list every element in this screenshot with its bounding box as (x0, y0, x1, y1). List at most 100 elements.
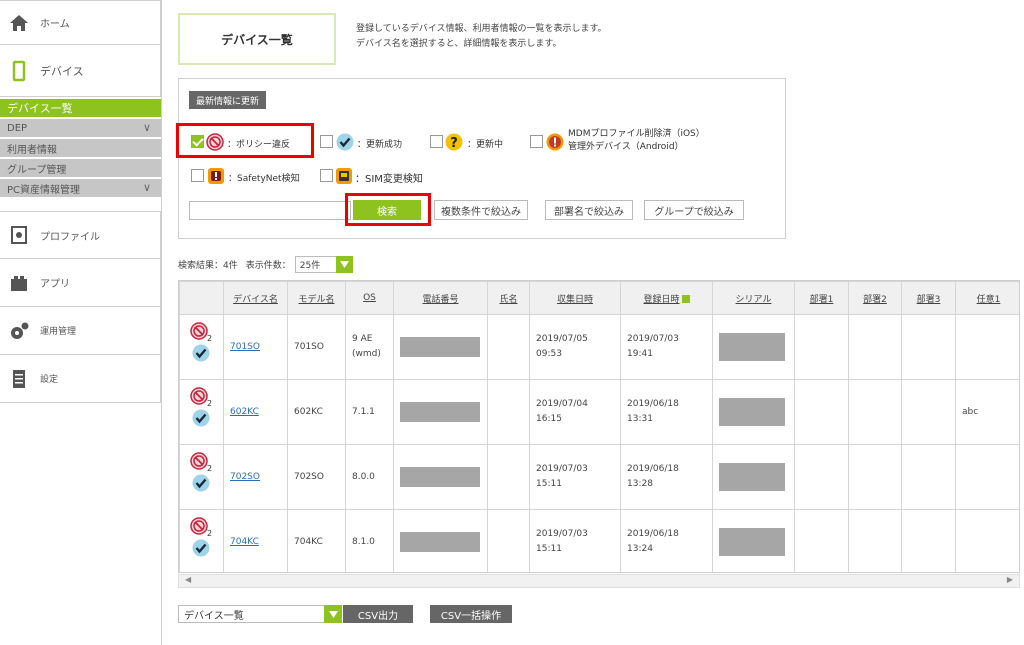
table-row[interactable]: 2 704KC 704KC 8.1.0 2019/07/03 15:11 2019/06/1… (179, 509, 1019, 572)
smartphone-icon (8, 60, 30, 82)
device-name-link[interactable]: 704KC (230, 537, 259, 547)
horizontal-scrollbar[interactable]: ◀ ▶ (178, 574, 1020, 588)
mdm-removed-checkbox[interactable] (530, 135, 543, 148)
device-name-link[interactable]: 602KC (230, 407, 259, 417)
sidebar-item-profile[interactable]: プロファイル (0, 211, 161, 259)
mdm-removed-label: MDMプロファイル削除済（iOS） 管理外デバイス（Android） (568, 128, 705, 154)
result-count: 検索結果：4件 (178, 261, 238, 271)
sidebar-sub-pc-assets[interactable]: PC資産情報管理 ∨ (0, 179, 161, 197)
dept1-cell (794, 509, 849, 572)
per-page-select[interactable]: 25件 (294, 256, 353, 273)
table-row[interactable]: 2 701SO 701SO 9 AE (wmd) 2019/07/05 09:53 2019/… (179, 314, 1019, 380)
sidebar-sub-label: PC資産情報管理 (7, 184, 81, 196)
updating-checkbox[interactable] (430, 135, 443, 148)
user-name-cell (487, 509, 530, 572)
sidebar-item-label: ホーム (40, 19, 70, 30)
highlight-box (176, 123, 314, 158)
collected-cell: 2019/07/03 15:11 (529, 509, 621, 572)
description-line: デバイス名を選択すると、詳細情報を表示します。 (356, 39, 562, 49)
redacted-box (400, 532, 480, 552)
device-name-cell[interactable]: 704KC (223, 509, 288, 572)
device-name-cell[interactable]: 602KC (223, 379, 288, 445)
sort-icon (681, 295, 690, 303)
sidebar-item-settings[interactable]: 設定 (0, 355, 161, 403)
safetynet-checkbox[interactable] (191, 169, 204, 182)
phone-cell (393, 314, 488, 380)
export-target-select[interactable]: デバイス一覧 (178, 605, 342, 623)
department-filter-button[interactable]: 部署名で絞込み (545, 200, 633, 220)
search-input[interactable] (189, 201, 351, 220)
svg-text:2: 2 (207, 464, 212, 473)
model-cell: 602KC (287, 379, 346, 445)
device-name-cell[interactable]: 702SO (223, 444, 288, 510)
serial-cell (712, 379, 795, 445)
column-header-device-name[interactable]: デバイス名 (223, 281, 288, 315)
column-header-optional1[interactable]: 任意1 (955, 281, 1019, 315)
redacted-box (400, 402, 480, 422)
column-header-model[interactable]: モデル名 (287, 281, 346, 315)
redacted-box (719, 463, 785, 491)
column-header-collected[interactable]: 収集日時 (529, 281, 621, 315)
device-name-cell[interactable]: 701SO (223, 314, 288, 380)
status-icons: 2 (180, 320, 223, 374)
column-header-registered[interactable]: 登録日時 (620, 281, 713, 315)
os-cell: 8.1.0 (345, 509, 394, 572)
sidebar-sub-dep[interactable]: DEP ∨ (0, 119, 161, 137)
column-header-os[interactable]: OS (345, 281, 394, 315)
sidebar-sub-label: デバイス一覧 (7, 102, 73, 115)
column-header-dept1[interactable]: 部署1 (794, 281, 849, 315)
device-name-link[interactable]: 701SO (230, 342, 260, 352)
table-row[interactable]: 2 602KC 602KC 7.1.1 2019/07/04 16:15 2019/06/1… (179, 379, 1019, 445)
dept1-cell (794, 314, 849, 380)
os-cell: 9 AE (wmd) (345, 314, 394, 380)
check-circle-icon (336, 133, 354, 151)
user-name-cell (487, 444, 530, 510)
dept3-cell (901, 509, 956, 572)
csv-export-button[interactable]: CSV出力 (343, 605, 413, 623)
redacted-box (719, 333, 785, 361)
status-cell: 2 (179, 314, 224, 380)
registered-cell: 2019/06/18 13:31 (620, 379, 713, 445)
check-circle-icon (192, 474, 210, 492)
column-header-phone[interactable]: 電話番号 (393, 281, 488, 315)
sidebar-item-device[interactable]: デバイス (0, 45, 161, 97)
group-filter-button[interactable]: グループで絞込み (644, 200, 744, 220)
column-header-serial[interactable]: シリアル (712, 281, 795, 315)
sidebar-sub-label: DEP (7, 122, 28, 134)
check-circle-icon (192, 539, 210, 557)
scroll-right-icon[interactable]: ▶ (1007, 575, 1013, 584)
update-success-checkbox[interactable] (320, 135, 333, 148)
sidebar-sub-device-list[interactable]: デバイス一覧 (0, 99, 161, 117)
sidebar-item-operations[interactable]: 運用管理 (0, 307, 161, 355)
column-header-dept2[interactable]: 部署2 (848, 281, 902, 315)
collected-cell: 2019/07/04 16:15 (529, 379, 621, 445)
sidebar-item-app[interactable]: アプリ (0, 259, 161, 307)
sidebar-item-label: プロファイル (40, 231, 100, 243)
check-circle-icon (192, 409, 210, 427)
sidebar-item-home[interactable]: ホーム (0, 0, 161, 45)
mdm-label-line: MDMプロファイル削除済（iOS） (568, 129, 705, 139)
column-header-user-name[interactable]: 氏名 (487, 281, 530, 315)
scroll-left-icon[interactable]: ◀ (185, 575, 191, 584)
prohibited-icon (190, 517, 208, 535)
dept3-cell (901, 379, 956, 445)
sidebar-item-label: 運用管理 (40, 327, 77, 337)
question-icon: ? (445, 133, 463, 151)
table-row[interactable]: 2 702SO 702SO 8.0.0 2019/07/03 15:11 2019/06/1… (179, 444, 1019, 510)
page-title: デバイス一覧 (178, 13, 336, 65)
table-header-row: デバイス名 モデル名 OS 電話番号 氏名 収集日時 登録日時 シリアル 部署1… (179, 281, 1019, 315)
os-cell: 7.1.1 (345, 379, 394, 445)
csv-bulk-button[interactable]: CSV一括操作 (430, 605, 512, 623)
refresh-button[interactable]: 最新情報に更新 (189, 91, 267, 109)
device-name-link[interactable]: 702SO (230, 472, 260, 482)
sim-change-label: ：SIM変更検知 (355, 174, 423, 185)
column-header-dept3[interactable]: 部署3 (901, 281, 956, 315)
sim-change-checkbox[interactable] (320, 169, 333, 182)
collected-cell: 2019/07/05 09:53 (529, 314, 621, 380)
sidebar-sub-group[interactable]: グループ管理 (0, 159, 161, 177)
sidebar-sub-user-info[interactable]: 利用者情報 (0, 139, 161, 157)
per-page-label: 表示件数： (245, 261, 291, 271)
multi-condition-filter-button[interactable]: 複数条件で絞込み (434, 200, 528, 220)
collected-cell: 2019/07/03 15:11 (529, 444, 621, 510)
dept2-cell (848, 509, 902, 572)
